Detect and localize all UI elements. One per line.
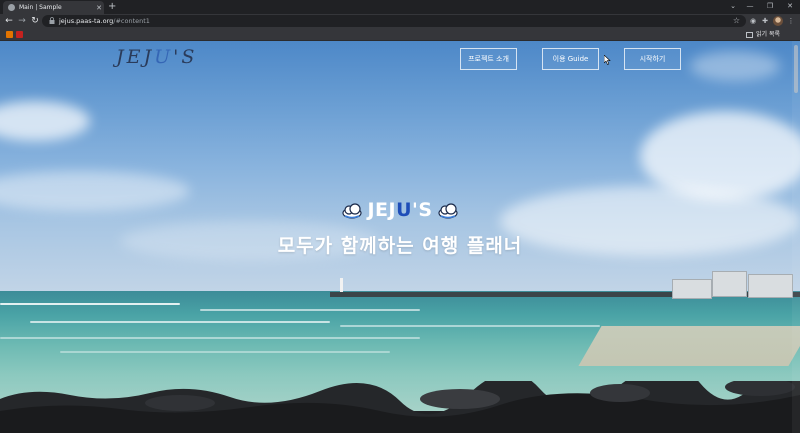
reading-list-icon	[746, 32, 753, 38]
cloud-icon	[437, 202, 458, 219]
browser-tab[interactable]: Main | Sample ✕	[3, 1, 104, 14]
wave	[30, 321, 330, 323]
hero-title-white: JEJ	[367, 199, 397, 221]
rocks	[0, 381, 800, 433]
lock-icon	[49, 17, 55, 24]
close-tab-icon[interactable]: ✕	[94, 4, 104, 12]
logo-text-accent: U	[154, 46, 174, 68]
wave	[200, 309, 420, 311]
tab-search-icon[interactable]: ⌄	[730, 0, 736, 13]
back-icon[interactable]: ←	[3, 14, 15, 29]
tab-strip: Main | Sample ✕ + ⌄ — ❐ ✕	[0, 0, 800, 14]
building	[748, 274, 793, 298]
scrollbar-thumb[interactable]	[794, 45, 798, 93]
url-path: /#content1	[113, 17, 150, 25]
restore-icon[interactable]: ❐	[760, 0, 780, 14]
tab-title: Main | Sample	[19, 4, 62, 11]
logo-text-right: 'S	[173, 46, 198, 68]
extension-icon[interactable]: ◉	[748, 16, 758, 26]
lighthouse	[340, 278, 343, 292]
apps-icon[interactable]	[6, 31, 13, 38]
forward-icon[interactable]: →	[16, 14, 28, 29]
beach	[578, 326, 800, 366]
globe-icon	[8, 4, 15, 11]
cloud	[690, 51, 780, 81]
logo-text-left: JEJ	[116, 46, 155, 68]
wave	[0, 337, 420, 339]
mouse-cursor-icon	[604, 55, 611, 65]
close-window-icon[interactable]: ✕	[780, 0, 800, 14]
minimize-icon[interactable]: —	[740, 0, 760, 14]
wave	[0, 303, 180, 305]
reading-list-button[interactable]: 읽기 목록	[746, 29, 780, 41]
bookmark-star-icon[interactable]: ☆	[733, 15, 740, 27]
page-viewport: JEJU'S 프로젝트 소개 이용 Guide 시작하기 JEJU'S 모두가 …	[0, 41, 800, 433]
profile-avatar[interactable]	[773, 16, 783, 26]
cloud-icon	[342, 202, 363, 219]
page-scrollbar[interactable]	[792, 41, 800, 433]
address-bar[interactable]: jejus.paas-ta.org/#content1 ☆	[42, 15, 746, 27]
window-controls: — ❐ ✕	[740, 0, 800, 14]
reload-icon[interactable]: ↻	[29, 14, 41, 29]
nav-project-intro-button[interactable]: 프로젝트 소개	[460, 48, 517, 70]
bookmarks-bar: 읽기 목록	[0, 29, 800, 41]
new-tab-button[interactable]: +	[108, 1, 116, 13]
hero-title-end: 'S	[412, 199, 433, 221]
browser-toolbar: ← → ↻ jejus.paas-ta.org/#content1 ☆ ◉ ✚ …	[0, 14, 800, 29]
url-text: jejus.paas-ta.org/#content1	[59, 16, 150, 26]
nav-start-button[interactable]: 시작하기	[624, 48, 681, 70]
hero-title: JEJU'S	[0, 199, 800, 221]
wave	[340, 325, 600, 327]
bookmark-icon[interactable]	[16, 31, 23, 38]
reading-list-label: 읽기 목록	[756, 31, 780, 38]
building	[712, 271, 747, 297]
menu-kebab-icon[interactable]: ⋮	[786, 16, 796, 26]
puzzle-icon[interactable]: ✚	[760, 16, 770, 26]
building	[672, 279, 712, 299]
wave	[60, 351, 390, 353]
site-logo[interactable]: JEJU'S	[116, 46, 197, 68]
hero-title-blue: U	[396, 199, 413, 221]
nav-guide-button[interactable]: 이용 Guide	[542, 48, 599, 70]
url-host: jejus.paas-ta.org	[59, 17, 114, 25]
hero-subtitle: 모두가 함께하는 여행 플래너	[277, 235, 523, 257]
